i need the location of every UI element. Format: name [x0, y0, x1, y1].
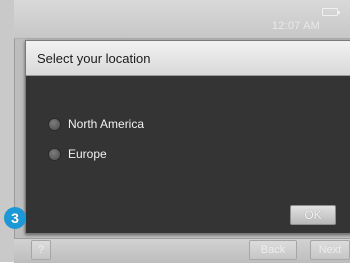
back-button-label: Back [260, 244, 286, 256]
battery-icon [322, 8, 340, 16]
bottom-bar [14, 238, 350, 263]
location-dialog: Select your location North America Europ… [25, 40, 350, 234]
radio-button[interactable] [48, 147, 61, 161]
option-north-america[interactable]: North America [48, 115, 144, 133]
option-label: Europe [68, 147, 107, 161]
next-button-label: Next [318, 244, 342, 256]
help-button[interactable]: ? [31, 240, 51, 260]
next-button[interactable]: Next [310, 240, 350, 260]
clock: 12:07 AM [271, 20, 320, 32]
dialog-title: Select your location [37, 51, 151, 66]
status-bar: 12:07 AM [14, 0, 350, 39]
ok-button[interactable]: OK [290, 205, 336, 225]
option-europe[interactable]: Europe [48, 145, 107, 163]
dialog-header: Select your location [26, 41, 350, 76]
step-number-badge: 3 [4, 207, 26, 229]
step-number: 3 [11, 210, 19, 226]
ok-button-label: OK [304, 208, 322, 222]
back-button[interactable]: Back [249, 240, 297, 260]
radio-button[interactable] [48, 117, 61, 131]
option-label: North America [68, 117, 145, 131]
help-button-label: ? [37, 244, 45, 256]
